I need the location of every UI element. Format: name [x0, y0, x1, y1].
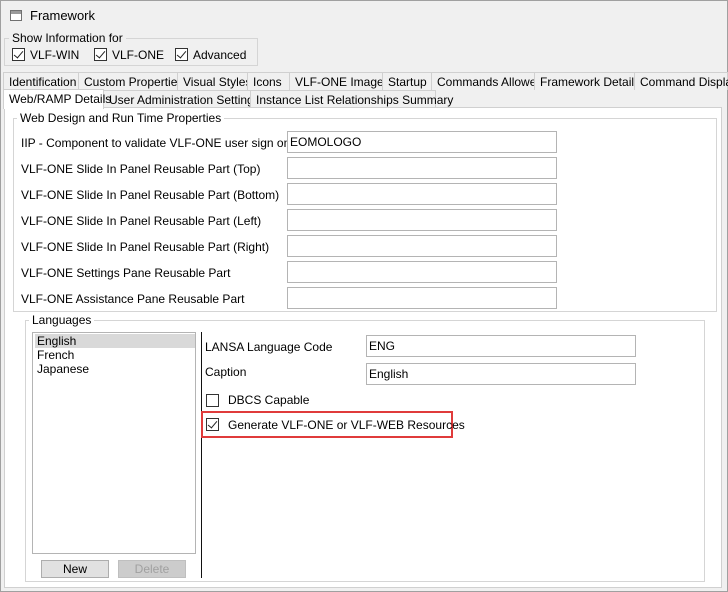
settings-pane-input[interactable] — [287, 261, 557, 283]
tab-commands-allowed[interactable]: Commands Allowed — [431, 72, 543, 90]
slide-bottom-input[interactable] — [287, 183, 557, 205]
languages-list[interactable]: English French Japanese — [32, 332, 196, 554]
language-item-french[interactable]: French — [35, 348, 74, 362]
slide-top-input[interactable] — [287, 157, 557, 179]
caption-input[interactable]: English — [366, 363, 636, 385]
vlf-win-label: VLF-WIN — [30, 48, 80, 62]
dbcs-capable-label: DBCS Capable — [228, 393, 310, 407]
tab-vlf-one-images[interactable]: VLF-ONE Images — [289, 72, 390, 90]
settings-pane-label: VLF-ONE Settings Pane Reusable Part — [21, 266, 231, 280]
vlf-one-label: VLF-ONE — [112, 48, 165, 62]
assistance-pane-input[interactable] — [287, 287, 557, 309]
advanced-label: Advanced — [193, 48, 247, 62]
vlf-one-checkbox[interactable] — [94, 48, 107, 61]
generate-resources-label: Generate VLF-ONE or VLF-WEB Resources — [228, 418, 465, 432]
tab-custom-properties[interactable]: Custom Properties — [78, 72, 183, 90]
slide-left-label: VLF-ONE Slide In Panel Reusable Part (Le… — [21, 214, 262, 228]
slide-left-input[interactable] — [287, 209, 557, 231]
languages-splitter[interactable] — [201, 332, 202, 578]
window-title: Framework — [30, 8, 96, 23]
language-item-japanese[interactable]: Japanese — [35, 362, 89, 376]
advanced-checkbox[interactable] — [175, 48, 188, 61]
tab-visual-styles[interactable]: Visual Styles — [177, 72, 251, 90]
delete-language-button[interactable]: Delete — [118, 560, 186, 578]
language-code-label: LANSA Language Code — [205, 340, 333, 354]
tab-startup[interactable]: Startup — [382, 72, 432, 90]
caption-label: Caption — [205, 365, 247, 379]
tab-framework-details[interactable]: Framework Details — [534, 72, 640, 90]
assistance-pane-label: VLF-ONE Assistance Pane Reusable Part — [21, 292, 245, 306]
tab-instance-list-relationships[interactable]: Instance List Relationships Summary — [250, 90, 453, 108]
iip-label: IIP - Component to validate VLF-ONE user… — [21, 136, 291, 150]
show-info-label: Show Information for — [9, 31, 126, 45]
web-design-label: Web Design and Run Time Properties — [17, 111, 225, 125]
dbcs-capable-checkbox[interactable] — [206, 394, 219, 407]
tab-identification[interactable]: Identification — [3, 72, 79, 90]
languages-label: Languages — [29, 313, 95, 327]
slide-top-label: VLF-ONE Slide In Panel Reusable Part (To… — [21, 162, 261, 176]
slide-right-label: VLF-ONE Slide In Panel Reusable Part (Ri… — [21, 240, 270, 254]
slide-bottom-label: VLF-ONE Slide In Panel Reusable Part (Bo… — [21, 188, 280, 202]
tab-command-display[interactable]: Command Display — [634, 72, 728, 90]
tab-user-administration-settings[interactable]: User Administration Settings — [103, 90, 260, 108]
generate-resources-checkbox[interactable] — [206, 418, 219, 431]
vlf-win-checkbox[interactable] — [12, 48, 25, 61]
slide-right-input[interactable] — [287, 235, 557, 257]
language-code-input[interactable]: ENG — [366, 335, 636, 357]
iip-input[interactable]: EOMOLOGO — [287, 131, 557, 153]
new-language-button[interactable]: New — [41, 560, 109, 578]
window-icon — [10, 10, 22, 21]
tab-web-ramp-details[interactable]: Web/RAMP Details — [3, 89, 111, 109]
language-item-english[interactable]: English — [35, 334, 195, 348]
tab-icons[interactable]: Icons — [247, 72, 290, 90]
